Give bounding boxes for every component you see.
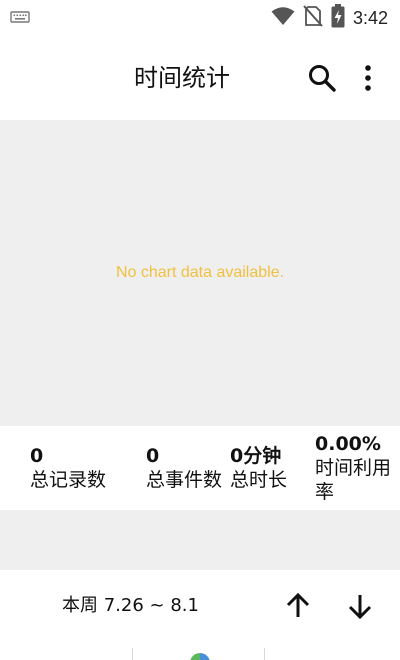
stat-value: 0: [30, 445, 44, 467]
status-bar: 3:42: [0, 0, 400, 36]
stat-value: 0.00%: [315, 433, 381, 455]
arrow-up-icon: [286, 592, 310, 617]
next-period-button[interactable]: [340, 586, 380, 626]
nav-divider: [132, 648, 133, 660]
nav-divider: [264, 648, 265, 660]
previous-period-button[interactable]: [278, 586, 318, 626]
stat-label: 时间利用率: [315, 457, 392, 503]
screen: 3:42 时间统计 No chart data available. 0 总记录…: [0, 0, 400, 660]
stat-value: 0: [146, 445, 160, 467]
search-button[interactable]: [302, 58, 342, 98]
status-time: 3:42: [352, 7, 388, 28]
no-chart-data-message: No chart data available.: [115, 264, 285, 281]
spacer-band: [0, 510, 400, 570]
stat-total-duration: 0分钟 总时长: [230, 444, 287, 492]
app-bar: 时间统计: [0, 36, 400, 120]
search-icon: [309, 65, 336, 92]
nav-tab-icon[interactable]: [190, 653, 210, 660]
stat-label: 总事件数: [146, 469, 223, 491]
more-options-button[interactable]: [348, 58, 388, 98]
no-sim-icon: [303, 5, 323, 31]
stat-label: 总记录数: [30, 469, 107, 491]
more-vert-icon: [365, 65, 371, 91]
chart-area: No chart data available.: [0, 120, 400, 426]
stat-label: 总时长: [230, 469, 288, 491]
arrow-down-icon: [348, 595, 372, 620]
stat-total-events: 0 总事件数: [146, 444, 222, 492]
wifi-icon: [271, 6, 295, 30]
period-bar: 本周 7.26 ~ 8.1: [0, 570, 400, 642]
stat-total-records: 0 总记录数: [30, 444, 106, 492]
stats-row: 0 总记录数 0 总事件数 0分钟 总时长 0.00% 时间利用率: [0, 426, 400, 510]
stat-value: 0分钟: [230, 445, 282, 467]
period-label: 本周 7.26 ~ 8.1: [62, 595, 199, 616]
battery-charging-icon: [331, 4, 345, 32]
stat-time-utilization: 0.00% 时间利用率: [315, 432, 400, 504]
keyboard-icon: [10, 9, 30, 28]
